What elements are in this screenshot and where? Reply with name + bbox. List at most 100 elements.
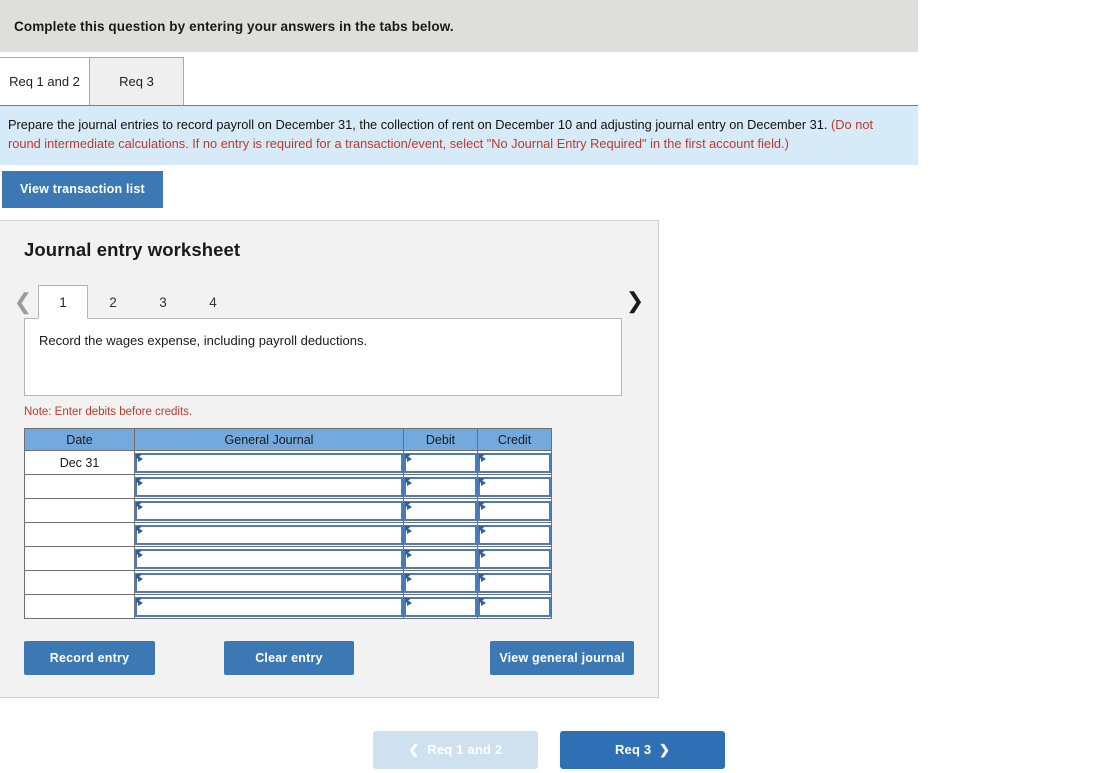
cell-credit[interactable] (477, 474, 552, 500)
cell-credit[interactable] (477, 498, 552, 524)
record-entry-button[interactable]: Record entry (24, 641, 155, 676)
cell-credit[interactable] (477, 594, 552, 620)
cell-general-journal[interactable] (134, 474, 404, 500)
next-requirement-button[interactable]: Req 3 ❯ (560, 731, 725, 770)
cell-general-journal[interactable] (134, 450, 404, 476)
cell-general-journal[interactable] (134, 522, 404, 548)
debit-input[interactable] (404, 500, 477, 521)
debit-input[interactable] (404, 524, 477, 545)
worksheet-description-box: Record the wages expense, including payr… (24, 318, 622, 397)
cell-general-journal[interactable] (134, 570, 404, 596)
debits-before-credits-note: Note: Enter debits before credits. (24, 406, 193, 419)
cell-debit[interactable] (403, 450, 478, 476)
column-header-debit: Debit (403, 428, 478, 452)
cell-credit[interactable] (477, 570, 552, 596)
view-general-journal-button[interactable]: View general journal (489, 641, 635, 676)
table-row (24, 546, 552, 572)
cell-general-journal[interactable] (134, 546, 404, 572)
tab-req-1-and-2-label: Req 1 and 2 (9, 74, 80, 89)
table-row (24, 474, 552, 500)
debit-input[interactable] (404, 548, 477, 569)
cell-debit[interactable] (403, 498, 478, 524)
cell-debit[interactable] (403, 546, 478, 572)
cell-date[interactable] (24, 570, 135, 596)
cell-credit[interactable] (477, 450, 552, 476)
cell-date[interactable] (24, 594, 135, 620)
debit-input[interactable] (404, 452, 477, 473)
worksheet-page-4[interactable]: 4 (188, 285, 238, 319)
requirement-tabs: Req 1 and 2 Req 3 (0, 52, 918, 105)
account-select[interactable] (135, 500, 403, 521)
cell-date[interactable]: Dec 31 (24, 450, 135, 476)
instructions-panel: Prepare the journal entries to record pa… (0, 105, 918, 166)
chevron-left-icon[interactable]: ❮ (8, 285, 38, 319)
cell-date[interactable] (24, 474, 135, 500)
column-header-general-journal: General Journal (134, 428, 404, 452)
next-requirement-label: Req 3 (614, 742, 652, 758)
tab-req-3-label: Req 3 (119, 74, 154, 89)
account-select[interactable] (135, 572, 403, 593)
tab-req-3[interactable]: Req 3 (89, 57, 184, 105)
table-row (24, 594, 552, 620)
cell-debit[interactable] (403, 594, 478, 620)
credit-input[interactable] (478, 452, 551, 473)
worksheet-description-text: Record the wages expense, including payr… (39, 333, 368, 349)
worksheet-page-1-label: 1 (59, 294, 67, 310)
account-select[interactable] (135, 524, 403, 545)
cell-date[interactable] (24, 498, 135, 524)
debit-input[interactable] (404, 596, 477, 617)
credit-input[interactable] (478, 596, 551, 617)
worksheet-page-3-label: 3 (159, 295, 167, 311)
worksheet-page-2[interactable]: 2 (88, 285, 138, 319)
column-header-credit: Credit (477, 428, 552, 452)
table-row (24, 570, 552, 596)
view-transaction-list-button[interactable]: View transaction list (2, 171, 163, 209)
column-header-date: Date (24, 428, 135, 452)
clear-entry-button[interactable]: Clear entry (223, 641, 354, 676)
worksheet-page-2-label: 2 (109, 295, 117, 311)
banner-text: Complete this question by entering your … (14, 18, 454, 34)
account-select[interactable] (135, 452, 403, 473)
chevron-right-icon: ❯ (658, 742, 671, 758)
credit-input[interactable] (478, 476, 551, 497)
credit-input[interactable] (478, 500, 551, 521)
prev-requirement-label: Req 1 and 2 (427, 742, 503, 758)
requirement-navigation: ❮ Req 1 and 2 Req 3 ❯ (0, 731, 1098, 770)
cell-credit[interactable] (477, 522, 552, 548)
worksheet-page-4-label: 4 (209, 295, 217, 311)
cell-general-journal[interactable] (134, 594, 404, 620)
journal-entry-worksheet-panel: Journal entry worksheet ❮ 1 2 3 4 ❯ Reco… (0, 220, 659, 699)
journal-table-header-row: Date General Journal Debit Credit (24, 428, 552, 452)
view-transaction-list-row: View transaction list (0, 165, 1098, 209)
credit-input[interactable] (478, 572, 551, 593)
account-select[interactable] (135, 596, 403, 617)
cell-general-journal[interactable] (134, 498, 404, 524)
table-row (24, 498, 552, 524)
question-banner: Complete this question by entering your … (0, 0, 918, 52)
worksheet-page-3[interactable]: 3 (138, 285, 188, 319)
debit-input[interactable] (404, 476, 477, 497)
journal-table-body: Dec 31 (24, 450, 552, 620)
chevron-left-icon: ❮ (408, 742, 420, 758)
credit-input[interactable] (478, 524, 551, 545)
account-select[interactable] (135, 548, 403, 569)
cell-debit[interactable] (403, 570, 478, 596)
chevron-right-icon[interactable]: ❯ (620, 284, 650, 318)
worksheet-pager: ❮ 1 2 3 4 ❯ (0, 283, 644, 320)
cell-date[interactable] (24, 546, 135, 572)
journal-entry-table: Date General Journal Debit Credit Dec 31 (24, 428, 552, 620)
debit-input[interactable] (404, 572, 477, 593)
worksheet-title: Journal entry worksheet (24, 239, 241, 261)
table-row: Dec 31 (24, 450, 552, 476)
table-row (24, 522, 552, 548)
prev-requirement-button: ❮ Req 1 and 2 (373, 731, 538, 770)
cell-date[interactable] (24, 522, 135, 548)
instructions-text-primary: Prepare the journal entries to record pa… (8, 117, 832, 132)
credit-input[interactable] (478, 548, 551, 569)
account-select[interactable] (135, 476, 403, 497)
worksheet-page-1[interactable]: 1 (38, 285, 88, 320)
tab-req-1-and-2[interactable]: Req 1 and 2 (0, 57, 90, 105)
cell-debit[interactable] (403, 474, 478, 500)
cell-debit[interactable] (403, 522, 478, 548)
cell-credit[interactable] (477, 546, 552, 572)
